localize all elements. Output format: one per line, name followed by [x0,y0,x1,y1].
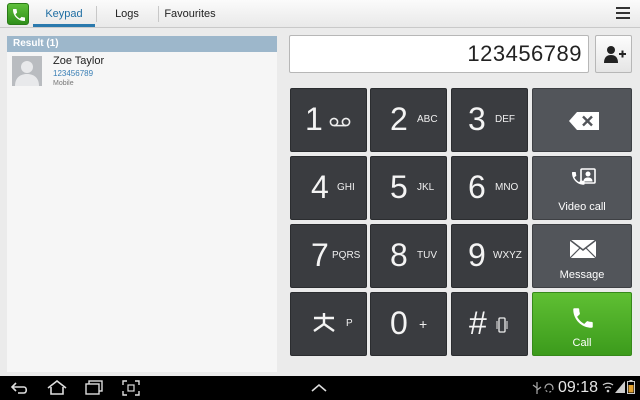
key-letters: GHI [337,182,355,193]
video-call-button[interactable]: Video call [532,156,632,220]
key-9[interactable]: 9 WXYZ [451,224,528,288]
usb-icon [532,382,542,394]
call-button[interactable]: Call [532,292,632,356]
key-digit: 9 [468,237,486,273]
add-contact-icon [604,46,626,63]
key-letters: ABC [417,114,438,125]
system-navigation-bar: 09:18 [0,376,640,400]
dialed-number: 123456789 [467,41,582,66]
key-letters: DEF [495,114,515,125]
key-digit: 1 [305,101,323,137]
key-digit: 8 [390,237,408,273]
phone-app-icon[interactable] [7,3,29,25]
clock: 09:18 [558,379,599,396]
key-hash[interactable]: # [451,292,528,356]
tab-logs-label: Logs [115,8,139,20]
battery-icon [627,380,635,394]
wifi-icon [602,382,614,393]
home-icon[interactable] [46,380,68,396]
phone-icon [573,308,593,328]
key-digit: # [469,305,487,341]
backspace-button[interactable] [532,88,632,152]
tab-favourites-label: Favourites [164,8,216,20]
key-digit: 2 [390,101,408,137]
video-call-label: Video call [558,201,606,213]
avatar [12,56,42,86]
contact-result-item[interactable]: Zoe Taylor 123456789 Mobile [7,54,277,90]
search-results-panel: Result (1) Zoe Taylor 123456789 Mobile [7,36,277,372]
key-digit: 0 [390,305,408,341]
key-1[interactable]: 1 [290,88,367,152]
key-digit: 7 [311,237,329,273]
backspace-icon [569,112,599,130]
key-letters: P [346,318,353,329]
key-letters: TUV [417,250,437,261]
dialed-number-field[interactable]: 123456789 [289,35,589,73]
contact-number-type: Mobile [53,80,74,87]
message-icon [569,239,597,259]
key-digit: 5 [390,169,408,205]
key-digit: 4 [311,169,329,205]
message-label: Message [559,269,605,281]
menu-icon[interactable] [616,7,630,21]
key-5[interactable]: 5 JKL [370,156,447,220]
tab-logs[interactable]: Logs [97,0,157,28]
voicemail-icon [329,117,351,127]
key-0[interactable]: 0 + [370,292,447,356]
key-6[interactable]: 6 MNO [451,156,528,220]
top-bar: Keypad Logs Favourites [0,0,640,28]
key-2[interactable]: 2 ABC [370,88,447,152]
active-tab-indicator [33,24,95,27]
key-letters: WXYZ [493,250,522,261]
key-letters: + [419,316,428,332]
key-star[interactable]: P [290,292,367,356]
video-call-icon [572,168,596,185]
recent-apps-icon[interactable] [84,380,104,396]
add-to-contacts-button[interactable] [595,35,632,73]
screenshot-icon[interactable] [122,380,140,396]
key-letters: JKL [417,182,435,193]
tab-keypad[interactable]: Keypad [33,0,95,28]
contact-number: 123456789 [53,69,94,78]
contact-name: Zoe Taylor [53,55,105,67]
sync-icon [544,383,554,393]
vibrate-icon [496,317,508,333]
key-4[interactable]: 4 GHI [290,156,367,220]
asterisk-icon [313,313,335,332]
signal-icon [615,381,625,393]
tab-keypad-label: Keypad [45,8,83,20]
tab-favourites[interactable]: Favourites [159,0,221,28]
key-digit: 3 [468,101,486,137]
message-button[interactable]: Message [532,224,632,288]
key-letters: MNO [495,182,519,193]
chevron-up-icon[interactable] [311,383,327,393]
key-3[interactable]: 3 DEF [451,88,528,152]
key-8[interactable]: 8 TUV [370,224,447,288]
key-digit: 6 [468,169,486,205]
back-icon[interactable] [10,380,30,396]
call-label: Call [572,337,592,349]
key-7[interactable]: 7 PQRS [290,224,367,288]
key-letters: PQRS [332,250,361,261]
result-count-header: Result (1) [7,36,277,52]
